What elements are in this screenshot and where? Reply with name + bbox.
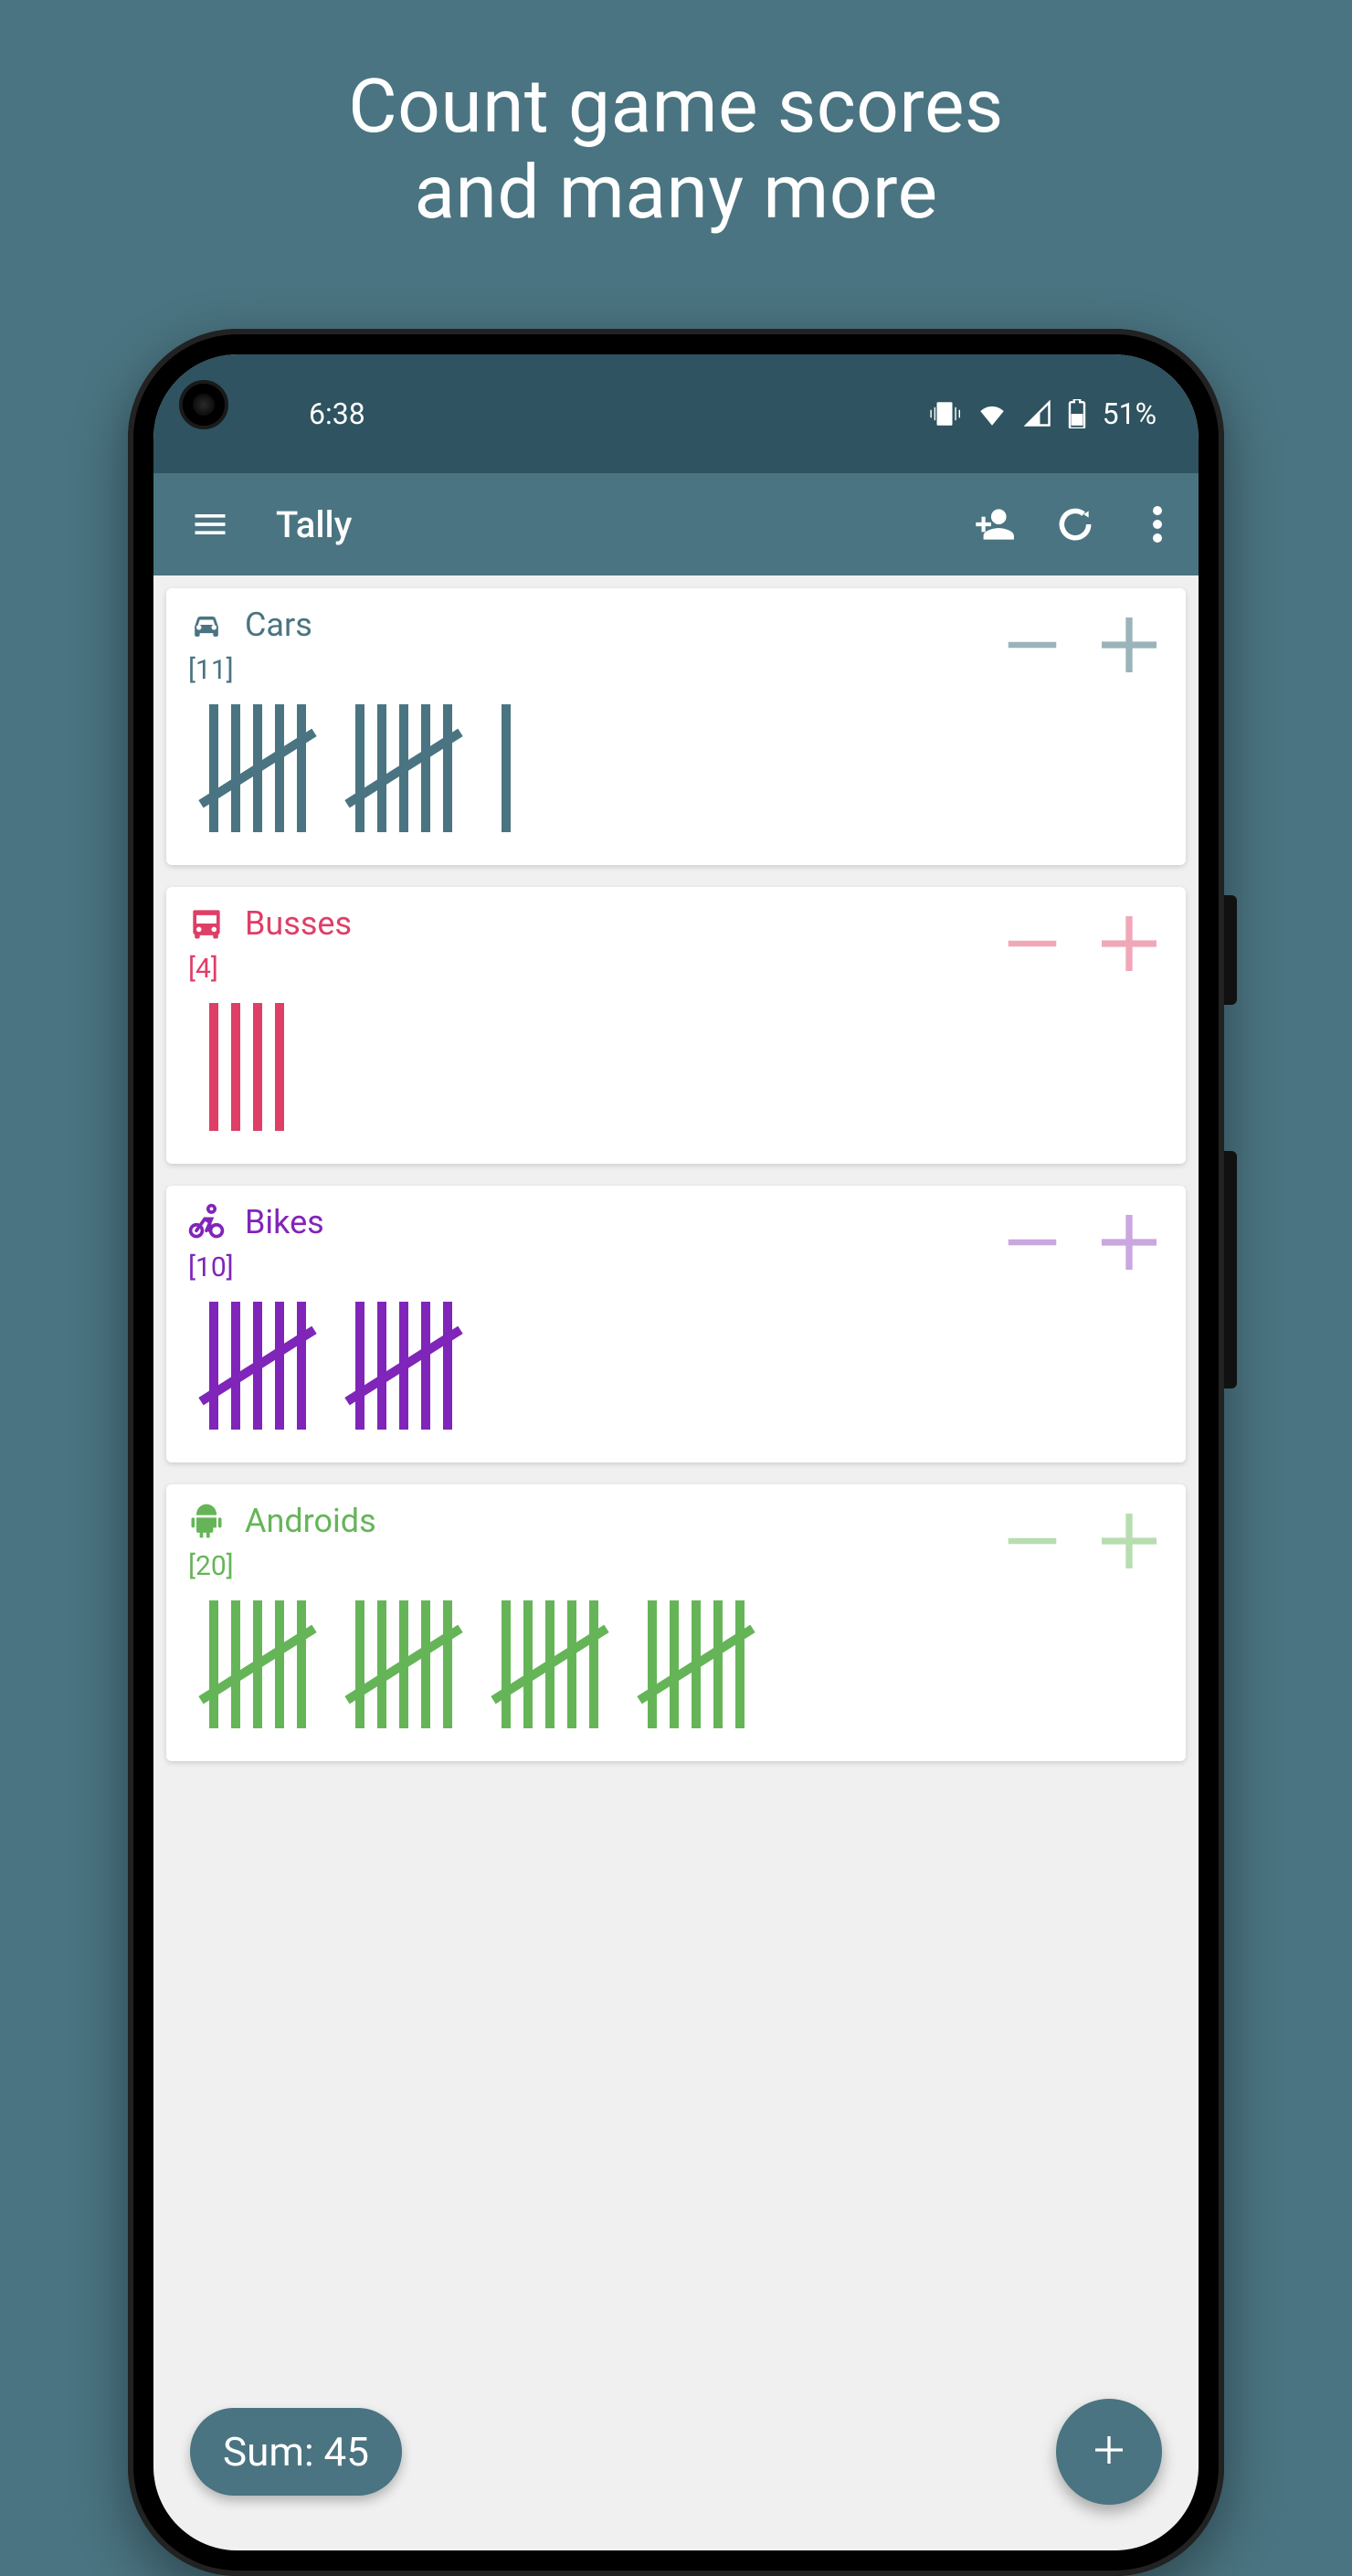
phone-frame: 6:38 51% [128, 329, 1224, 2576]
app-title: Tally [276, 503, 952, 546]
promo-title: Count game scores and many more [0, 0, 1352, 237]
signal-icon [1024, 400, 1051, 428]
phone-side-button [1224, 895, 1237, 1005]
status-time: 6:38 [309, 396, 365, 431]
bike-icon [186, 1202, 227, 1242]
decrement-button[interactable] [996, 1504, 1069, 1578]
vibrate-icon [929, 398, 960, 429]
counter-label: Bikes [245, 1203, 324, 1241]
add-counter-fab[interactable] [1056, 2399, 1162, 2505]
decrement-button[interactable] [996, 608, 1069, 681]
reset-button[interactable] [1034, 483, 1116, 565]
tally-marks [186, 1302, 1166, 1439]
battery-icon [1068, 399, 1086, 428]
decrement-button[interactable] [996, 1206, 1069, 1279]
bus-icon [186, 903, 227, 944]
counter-card-bikes[interactable]: Bikes[10] [166, 1186, 1186, 1462]
increment-button[interactable] [1093, 907, 1166, 980]
status-bar: 6:38 51% [153, 354, 1199, 473]
phone-side-button [1224, 1151, 1237, 1388]
plus-icon [1091, 2432, 1127, 2472]
overflow-menu-button[interactable] [1116, 483, 1199, 565]
screen: 6:38 51% [153, 354, 1199, 2550]
decrement-button[interactable] [996, 907, 1069, 980]
increment-button[interactable] [1093, 1504, 1166, 1578]
promo-line1: Count game scores [0, 64, 1352, 150]
battery-percent: 51% [1103, 396, 1157, 431]
wifi-icon [977, 398, 1008, 429]
tally-marks [186, 1600, 1166, 1737]
counter-label: Androids [245, 1502, 376, 1540]
sum-label: Sum: 45 [223, 2428, 369, 2476]
menu-button[interactable] [164, 479, 256, 570]
counters-list[interactable]: Cars[11]Busses[4]Bikes[10]Androids[20] S… [153, 575, 1199, 2550]
counter-label: Busses [245, 904, 352, 943]
app-bar: Tally [153, 473, 1199, 575]
tally-marks [186, 1003, 1166, 1140]
counter-card-androids[interactable]: Androids[20] [166, 1484, 1186, 1761]
sum-chip[interactable]: Sum: 45 [190, 2408, 402, 2496]
promo-line2: and many more [0, 150, 1352, 236]
car-icon [186, 605, 227, 645]
tally-marks [186, 704, 1166, 841]
status-icons: 51% [929, 396, 1157, 431]
android-icon [186, 1501, 227, 1541]
camera-hole [179, 380, 228, 429]
increment-button[interactable] [1093, 1206, 1166, 1279]
increment-button[interactable] [1093, 608, 1166, 681]
add-group-button[interactable] [952, 483, 1034, 565]
counter-label: Cars [245, 606, 312, 644]
counter-card-cars[interactable]: Cars[11] [166, 588, 1186, 865]
counter-card-busses[interactable]: Busses[4] [166, 887, 1186, 1164]
